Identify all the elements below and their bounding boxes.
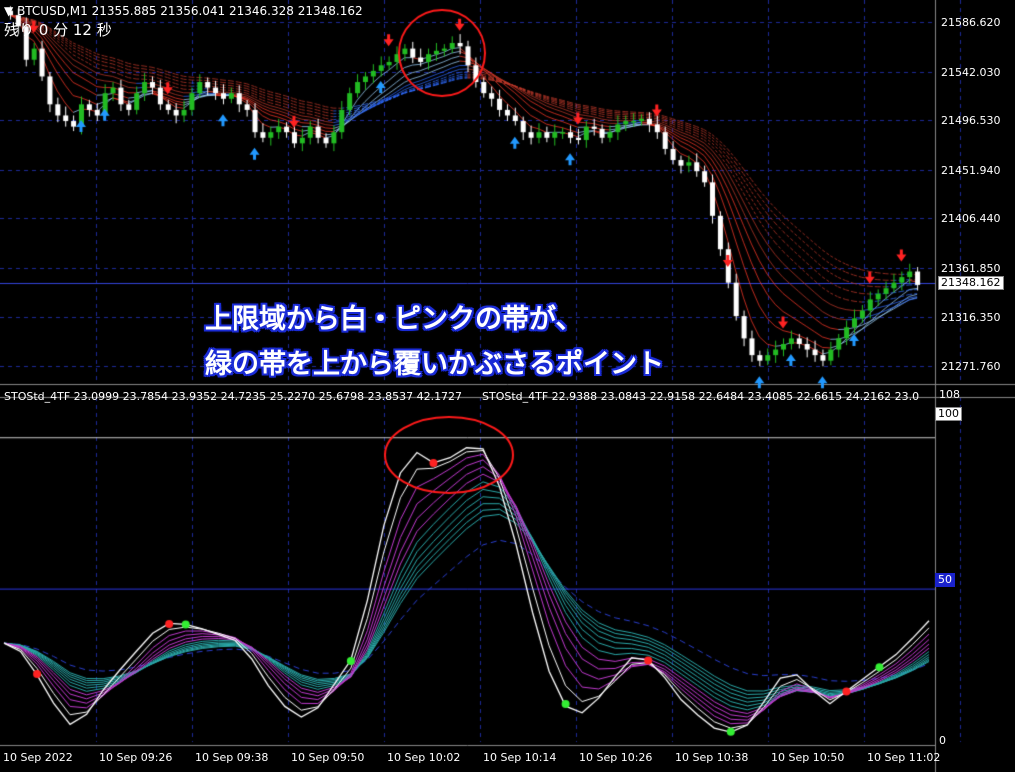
oscillator-title: STOStd_4TF 23.0999 23.7854 23.9352 24.72…	[4, 390, 463, 403]
price-and-oscillator-chart[interactable]	[0, 0, 1015, 772]
time-label: 10 Sep 10:02	[387, 751, 461, 764]
price-label: 21316.350	[941, 311, 1001, 324]
symbol-label: BTCUSD,M1	[17, 4, 88, 18]
annotation-line-1: 上限域から白・ピンクの帯が、	[205, 304, 583, 335]
price-label: 21361.850	[941, 262, 1001, 275]
time-label: 10 Sep 09:38	[195, 751, 269, 764]
time-label: 10 Sep 2022	[3, 751, 73, 764]
time-label: 10 Sep 10:38	[675, 751, 749, 764]
countdown-timer: 残り 0 分 12 秒	[4, 21, 112, 39]
osc-level-100: 100	[935, 407, 962, 421]
osc-level-top: 108	[939, 388, 960, 401]
oscillator-title-2: STOStd_4TF 22.9388 23.0843 22.9158 22.64…	[482, 390, 920, 403]
ohlc-values: 21355.885 21356.041 21346.328 21348.162	[91, 4, 363, 18]
price-label: 21451.940	[941, 164, 1001, 177]
time-label: 10 Sep 11:02	[867, 751, 941, 764]
time-label: 10 Sep 09:26	[99, 751, 173, 764]
time-label: 10 Sep 10:26	[579, 751, 653, 764]
chart-header: ▼ BTCUSD,M1 21355.885 21356.041 21346.32…	[4, 4, 363, 18]
price-label: 21406.440	[941, 212, 1001, 225]
time-label: 10 Sep 09:50	[291, 751, 365, 764]
price-label: 21586.620	[941, 16, 1001, 29]
menu-triangle-icon[interactable]: ▼	[4, 4, 13, 18]
time-label: 10 Sep 10:14	[483, 751, 557, 764]
osc-level-50: 50	[935, 573, 955, 587]
annotation-line-2: 緑の帯を上から覆いかぶさるポイント	[205, 349, 664, 380]
price-label: 21496.530	[941, 114, 1001, 127]
time-label: 10 Sep 10:50	[771, 751, 845, 764]
current-price-box: 21348.162	[938, 276, 1004, 290]
osc-level-0: 0	[939, 734, 946, 747]
price-label: 21271.760	[941, 360, 1001, 373]
price-label: 21542.030	[941, 66, 1001, 79]
